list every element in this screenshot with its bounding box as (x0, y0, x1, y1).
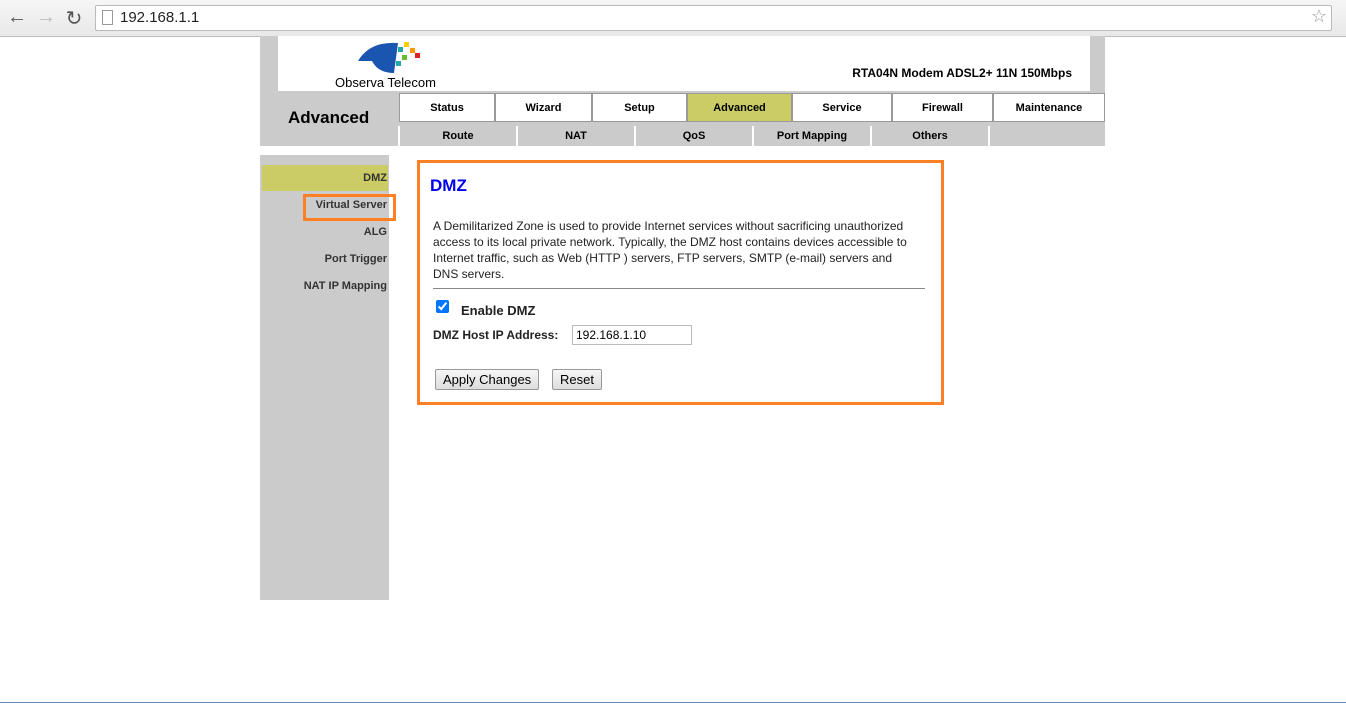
sidebar-item-dmz[interactable]: DMZ (363, 172, 387, 184)
page-title: DMZ (430, 176, 467, 195)
observa-logo-icon (358, 42, 420, 73)
address-bar[interactable]: 192.168.1.1 ☆ (95, 5, 1332, 31)
sidebar-item-alg[interactable]: ALG (364, 226, 387, 238)
forward-icon[interactable]: → (34, 6, 58, 29)
brand-name: Observa Telecom (335, 75, 436, 90)
tab-wizard[interactable]: Wizard (495, 93, 592, 122)
star-icon[interactable]: ☆ (1311, 6, 1327, 27)
sidebar-item-nat-ip-mapping[interactable]: NAT IP Mapping (304, 280, 387, 292)
tab-firewall[interactable]: Firewall (892, 93, 993, 122)
tab-maintenance[interactable]: Maintenance (993, 93, 1105, 122)
enable-dmz-checkbox[interactable] (436, 300, 449, 313)
tab-advanced[interactable]: Advanced (687, 93, 792, 122)
model-name: RTA04N Modem ADSL2+ 11N 150Mbps (852, 66, 1072, 80)
subtab-nat[interactable]: NAT (516, 126, 634, 146)
host-ip-label: DMZ Host IP Address: (433, 328, 559, 342)
window-bottom-edge (0, 702, 1346, 703)
divider (433, 288, 925, 289)
enable-dmz-label: Enable DMZ (461, 303, 536, 318)
description: A Demilitarized Zone is used to provide … (433, 219, 907, 281)
logo-area: Observa Telecom RTA04N Modem ADSL2+ 11N … (278, 36, 1090, 91)
subtab-port-mapping[interactable]: Port Mapping (752, 126, 870, 146)
tab-setup[interactable]: Setup (592, 93, 687, 122)
tab-status[interactable]: Status (399, 93, 495, 122)
subtab-qos[interactable]: QoS (634, 126, 752, 146)
back-icon[interactable]: ← (5, 6, 29, 29)
subtab-empty (988, 126, 1105, 146)
reset-button[interactable]: Reset (552, 369, 602, 390)
subtab-others[interactable]: Others (870, 126, 988, 146)
sidebar-item-port-trigger[interactable]: Port Trigger (325, 253, 387, 265)
host-ip-input[interactable] (572, 325, 692, 345)
apply-changes-button[interactable]: Apply Changes (435, 369, 540, 390)
dmz-panel: DMZ A Demilitarized Zone is used to prov… (417, 160, 944, 405)
page-icon (102, 10, 113, 25)
router-header: Observa Telecom RTA04N Modem ADSL2+ 11N … (260, 36, 1105, 146)
subtab-route[interactable]: Route (398, 126, 516, 146)
tab-service[interactable]: Service (792, 93, 892, 122)
reload-icon[interactable]: ↻ (62, 6, 86, 31)
browser-toolbar: ← → ↻ 192.168.1.1 ☆ (0, 0, 1346, 37)
sidebar: DMZ Virtual Server ALG Port Trigger NAT … (260, 155, 396, 600)
section-title: Advanced (288, 108, 370, 127)
url-text: 192.168.1.1 (120, 9, 200, 26)
sidebar-item-virtual-server[interactable]: Virtual Server (316, 199, 387, 211)
